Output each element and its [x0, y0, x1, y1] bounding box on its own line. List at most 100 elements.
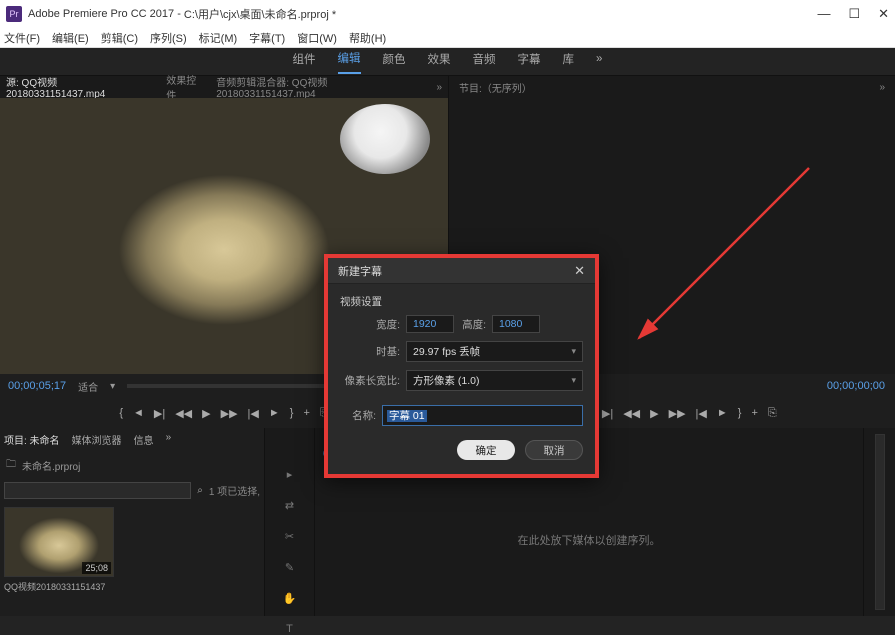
- name-value: 字幕 01: [387, 410, 427, 422]
- project-tab[interactable]: 项目: 未命名: [4, 432, 60, 447]
- audio-meter: [863, 428, 895, 616]
- p-play[interactable]: ▶: [650, 407, 658, 420]
- height-label: 高度:: [460, 317, 486, 332]
- mark-in-button[interactable]: {: [119, 407, 123, 419]
- par-select[interactable]: 方形像素 (1.0) ▾: [406, 370, 583, 391]
- tab-effects[interactable]: 效果: [428, 51, 451, 73]
- project-search-input[interactable]: [4, 482, 191, 499]
- filter-icon[interactable]: ⌕: [197, 485, 203, 496]
- timeline-dropzone[interactable]: 在此处放下媒体以创建序列。: [315, 464, 863, 616]
- tab-editing[interactable]: 编辑: [338, 50, 361, 74]
- height-field[interactable]: 1080: [492, 315, 540, 333]
- tool-panel: ▸ ⇄ ✂ ✎ ✋ T: [265, 428, 315, 616]
- timebase-value: 29.97 fps 丢帧: [413, 344, 480, 359]
- ripple-tool-icon[interactable]: ⇄: [285, 499, 294, 512]
- project-tab-overflow[interactable]: »: [166, 432, 172, 447]
- tab-assembly[interactable]: 组件: [293, 51, 316, 73]
- video-settings-label: 视频设置: [340, 294, 583, 309]
- dialog-title: 新建字幕: [338, 263, 382, 279]
- chevron-down-icon[interactable]: ▾: [110, 381, 115, 392]
- play-button[interactable]: ▶: [202, 407, 210, 420]
- maximize-button[interactable]: ☐: [848, 6, 860, 22]
- source-tab-audiomixer[interactable]: 音频剪辑混合器: QQ视频20180331151437.mp4: [216, 74, 426, 100]
- info-tab[interactable]: 信息: [134, 432, 154, 447]
- chevron-down-icon: ▾: [571, 375, 576, 386]
- clip-thumbnail[interactable]: 25;08: [4, 507, 114, 577]
- hand-tool-icon[interactable]: ✋: [283, 592, 297, 605]
- media-browser-tab[interactable]: 媒体浏览器: [72, 432, 122, 447]
- menu-file[interactable]: 文件(F): [4, 30, 40, 46]
- export-frame-button[interactable]: +: [303, 407, 309, 419]
- selection-count: 1 项已选择,: [209, 483, 260, 498]
- new-title-dialog: 新建字幕 ✕ 视频设置 宽度: 1920 高度: 1080 时基: 29.97 …: [324, 254, 599, 478]
- p-settings[interactable]: ⎘: [768, 407, 777, 420]
- project-filename: 未命名.prproj: [22, 458, 80, 473]
- menu-clip[interactable]: 剪辑(C): [101, 30, 138, 46]
- workspace-tabs: 组件 编辑 颜色 效果 音频 字幕 库 »: [0, 48, 895, 76]
- mark-out-button[interactable]: ◄: [133, 407, 144, 419]
- insert-button[interactable]: ►: [269, 407, 280, 419]
- program-tab[interactable]: 节目:（无序列）: [459, 80, 532, 95]
- clip-name: QQ视频20180331151437: [4, 580, 114, 593]
- minimize-button[interactable]: —: [817, 6, 830, 22]
- menu-edit[interactable]: 编辑(E): [52, 30, 89, 46]
- title-sep: -: [174, 8, 184, 20]
- p-step-back[interactable]: ◀◀: [623, 407, 640, 420]
- bin-item[interactable]: 25;08 QQ视频20180331151437: [4, 507, 114, 593]
- source-tab-overflow[interactable]: »: [436, 82, 442, 93]
- document-path: C:\用户\cjx\桌面\未命名.prproj *: [184, 6, 336, 22]
- menubar: 文件(F) 编辑(E) 剪辑(C) 序列(S) 标记(M) 字幕(T) 窗口(W…: [0, 28, 895, 48]
- step-fwd-button[interactable]: ▶▶: [221, 407, 238, 420]
- selection-tool-icon[interactable]: ▸: [287, 468, 293, 481]
- clip-duration: 25;08: [82, 562, 111, 574]
- timebase-select[interactable]: 29.97 fps 丢帧 ▾: [406, 341, 583, 362]
- menu-sequence[interactable]: 序列(S): [150, 30, 187, 46]
- overwrite-button[interactable]: }: [290, 407, 294, 419]
- width-field[interactable]: 1920: [406, 315, 454, 333]
- source-zoom-fit[interactable]: 适合: [78, 379, 98, 394]
- meter-bar: [875, 434, 885, 610]
- p-extract[interactable]: }: [738, 407, 742, 419]
- par-value: 方形像素 (1.0): [413, 373, 480, 388]
- p-go-in[interactable]: ▶|: [602, 407, 613, 420]
- step-back-button[interactable]: ◀◀: [175, 407, 192, 420]
- pen-tool-icon[interactable]: ✎: [285, 561, 294, 574]
- video-frame-detail: [340, 104, 430, 174]
- par-label: 像素长宽比:: [340, 373, 400, 388]
- ok-button[interactable]: 确定: [457, 440, 515, 460]
- razor-tool-icon[interactable]: ✂: [285, 530, 294, 543]
- app-icon: Pr: [6, 6, 22, 22]
- app-name: Adobe Premiere Pro CC 2017: [28, 8, 174, 20]
- name-input[interactable]: 字幕 01: [382, 405, 583, 426]
- titlebar: Pr Adobe Premiere Pro CC 2017 - C:\用户\cj…: [0, 0, 895, 28]
- timebase-label: 时基:: [340, 344, 400, 359]
- menu-help[interactable]: 帮助(H): [349, 30, 386, 46]
- p-export[interactable]: +: [751, 407, 757, 419]
- chevron-down-icon: ▾: [571, 346, 576, 357]
- program-timecode[interactable]: 00;00;00;00: [827, 380, 885, 392]
- type-tool-icon[interactable]: T: [286, 623, 293, 635]
- tab-overflow[interactable]: »: [596, 53, 602, 71]
- tab-audio[interactable]: 音频: [473, 51, 496, 73]
- go-out-button[interactable]: |◀: [248, 407, 259, 420]
- p-go-out[interactable]: |◀: [696, 407, 707, 420]
- name-label: 名称:: [340, 408, 376, 423]
- tab-library[interactable]: 库: [563, 51, 575, 73]
- p-lift[interactable]: ►: [717, 407, 728, 419]
- menu-marker[interactable]: 标记(M): [199, 30, 238, 46]
- source-tab-clip[interactable]: 源: QQ视频20180331151437.mp4: [6, 74, 156, 100]
- project-panel: 项目: 未命名 媒体浏览器 信息 » 🗀 未命名.prproj ⌕ 1 项已选择…: [0, 428, 265, 616]
- tab-color[interactable]: 颜色: [383, 51, 406, 73]
- folder-icon: 🗀: [6, 457, 16, 474]
- p-step-fwd[interactable]: ▶▶: [669, 407, 686, 420]
- menu-window[interactable]: 窗口(W): [297, 30, 337, 46]
- menu-title[interactable]: 字幕(T): [249, 30, 285, 46]
- program-tab-overflow[interactable]: »: [879, 82, 885, 93]
- cancel-button[interactable]: 取消: [525, 440, 583, 460]
- source-timecode[interactable]: 00;00;05;17: [8, 380, 66, 392]
- width-label: 宽度:: [340, 317, 400, 332]
- dialog-close-button[interactable]: ✕: [574, 263, 585, 279]
- tab-titles[interactable]: 字幕: [518, 51, 541, 73]
- go-in-button[interactable]: ▶|: [154, 407, 165, 420]
- close-button[interactable]: ✕: [878, 6, 889, 22]
